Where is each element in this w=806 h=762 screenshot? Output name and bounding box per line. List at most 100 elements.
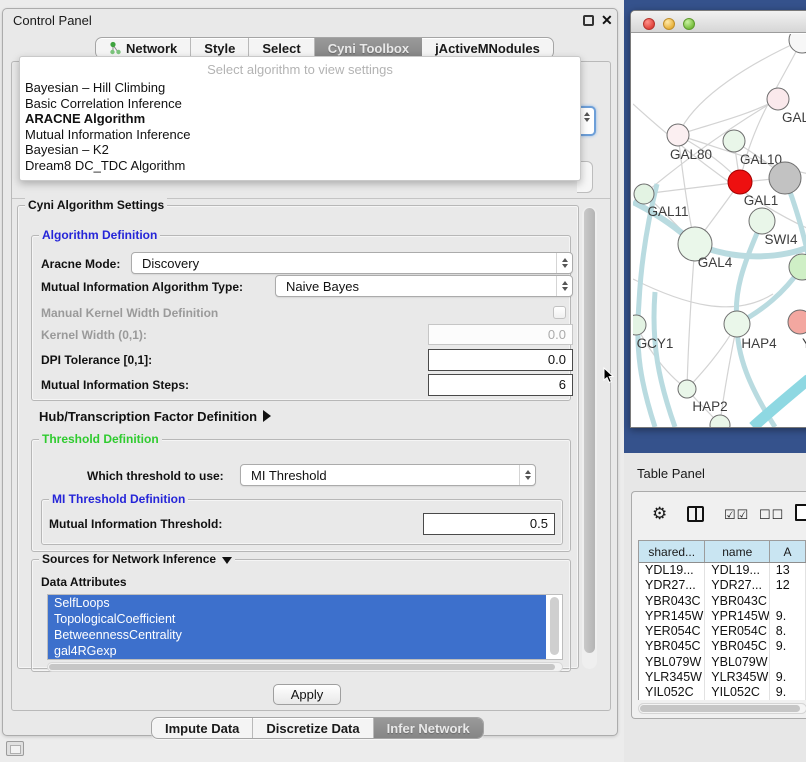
table-cell: YBL079W [639, 655, 705, 670]
algorithm-option[interactable]: ARACNE Algorithm [20, 111, 580, 127]
tab-style[interactable]: Style [191, 38, 249, 58]
attributes-scrollbar-thumb[interactable] [550, 597, 559, 655]
network-node-y[interactable] [788, 310, 806, 334]
attributes-hscrollbar[interactable] [47, 662, 563, 672]
network-node-gcy1[interactable] [633, 315, 646, 335]
network-node[interactable] [789, 254, 806, 280]
table-row[interactable]: YDR27...YDR27...12 [639, 578, 806, 593]
apply-button[interactable]: Apply [273, 684, 341, 705]
algorithm-option[interactable]: Bayesian – K2 [20, 142, 580, 158]
select-columns-icon[interactable]: ☑☑ [724, 507, 749, 523]
table-cell [770, 655, 806, 670]
gear-icon[interactable]: ⚙ [652, 506, 667, 522]
export-table-icon[interactable] [795, 504, 806, 521]
dpi-tolerance-field[interactable]: 0.0 [428, 349, 573, 371]
network-node-hap4[interactable] [724, 311, 750, 337]
network-node-gal11[interactable] [634, 184, 654, 204]
aracne-mode-label: Aracne Mode: [41, 257, 120, 271]
network-node-gal[interactable] [767, 88, 789, 110]
table-row[interactable]: YIL052CYIL052C9. [639, 685, 806, 700]
table-cell: YBR045C [705, 639, 770, 654]
close-traffic-light-icon[interactable] [643, 18, 655, 30]
tab-label: Style [204, 41, 235, 56]
table-row[interactable]: YDL19...YDL19...13 [639, 563, 806, 578]
table-row[interactable]: YBR043CYBR043C [639, 594, 806, 609]
table-hscrollbar[interactable] [638, 703, 806, 714]
dock-panel-icon[interactable] [6, 741, 24, 756]
network-icon [109, 41, 122, 55]
spinner-icon [556, 253, 572, 273]
algorithm-combobox-fragment[interactable] [580, 106, 596, 136]
float-panel-icon[interactable] [583, 15, 594, 26]
table-cell: YIL052C [639, 685, 705, 700]
column-header[interactable]: shared... [639, 541, 705, 562]
network-window-titlebar[interactable] [631, 11, 806, 33]
mi-steps-field[interactable]: 6 [428, 374, 573, 396]
mi-threshold-field[interactable]: 0.5 [423, 513, 555, 535]
settings-scrollbar-thumb[interactable] [584, 208, 595, 653]
settings-scrollbar[interactable] [582, 207, 597, 669]
network-node[interactable] [769, 162, 801, 194]
minimize-traffic-light-icon[interactable] [663, 18, 675, 30]
zoom-traffic-light-icon[interactable] [683, 18, 695, 30]
collapsed-arrow-icon [263, 410, 271, 422]
table-row[interactable]: YPR145WYPR145W9. [639, 609, 806, 624]
table-hscrollbar-thumb[interactable] [640, 705, 800, 712]
columns-icon[interactable] [687, 506, 704, 522]
node-label: GCY1 [637, 336, 674, 351]
tab-infer-network[interactable]: Infer Network [374, 718, 483, 738]
network-node-gal1[interactable] [728, 170, 752, 194]
manual-kernel-checkbox[interactable] [553, 306, 566, 319]
algorithm-option[interactable]: Bayesian – Hill Climbing [20, 80, 580, 96]
attribute-item[interactable]: SelfLoops [48, 595, 546, 611]
node-label: GAL4 [698, 255, 733, 270]
table-row[interactable]: YER054CYER054C8. [639, 624, 806, 639]
algorithm-option[interactable]: Mutual Information Inference [20, 127, 580, 143]
aracne-mode-combobox[interactable]: Discovery [131, 252, 573, 274]
table-cell: YER054C [639, 624, 705, 639]
tab-network[interactable]: Network [96, 38, 191, 58]
spinner-icon [519, 465, 535, 485]
column-header[interactable]: A [770, 541, 806, 562]
algorithm-option[interactable]: Dream8 DC_TDC Algorithm [20, 158, 580, 174]
deselect-columns-icon[interactable]: ☐☐ [759, 507, 784, 523]
network-node-gal80[interactable] [667, 124, 689, 146]
table-cell: 9. [770, 609, 806, 624]
network-node-hap2[interactable] [678, 380, 696, 398]
tab-label: Infer Network [387, 721, 470, 736]
network-node[interactable] [789, 34, 806, 53]
manual-kernel-label: Manual Kernel Width Definition [41, 306, 218, 320]
table-cell: YER054C [705, 624, 770, 639]
hub-definition-toggle[interactable]: Hub/Transcription Factor Definition [39, 409, 271, 424]
network-node-gal10[interactable] [723, 130, 745, 152]
tab-jactivemnodules[interactable]: jActiveMNodules [422, 38, 553, 58]
close-panel-icon[interactable]: ✕ [601, 12, 613, 29]
which-threshold-combobox[interactable]: MI Threshold [240, 464, 536, 486]
table-row[interactable]: YBL079WYBL079W [639, 655, 806, 670]
tab-label: Cyni Toolbox [328, 41, 409, 56]
sources-title[interactable]: Sources for Network Inference [39, 552, 235, 566]
table-row[interactable]: YLR345WYLR345W9. [639, 670, 806, 685]
attributes-hscrollbar-thumb[interactable] [49, 664, 555, 670]
attribute-item[interactable]: TopologicalCoefficient [48, 611, 546, 627]
kernel-width-field[interactable]: 0.0 [428, 324, 573, 345]
cyni-algorithm-settings-title: Cyni Algorithm Settings [25, 198, 167, 212]
column-header[interactable]: name [705, 541, 770, 562]
network-node-swi4[interactable] [749, 208, 775, 234]
tab-cyni-toolbox[interactable]: Cyni Toolbox [315, 38, 422, 58]
table-cell: 12 [770, 578, 806, 593]
node-label: SWI4 [764, 232, 797, 247]
tab-impute-data[interactable]: Impute Data [152, 718, 253, 738]
network-graph-canvas[interactable]: GALGAL80GAL10GAL1GAL11SWI4GAL4GCY1HAP4YH… [633, 34, 806, 427]
tab-discretize-data[interactable]: Discretize Data [253, 718, 373, 738]
data-attributes-list[interactable]: SelfLoopsTopologicalCoefficientBetweenne… [47, 594, 563, 660]
mi-algorithm-type-combobox[interactable]: Naive Bayes [275, 275, 573, 297]
algorithm-option[interactable]: Basic Correlation Inference [20, 96, 580, 112]
node-attribute-table[interactable]: shared...nameA YDL19...YDL19...13YDR27..… [638, 540, 806, 700]
spinner-down-icon [584, 118, 590, 122]
attribute-item[interactable]: gal4RGexp [48, 643, 546, 659]
attribute-item[interactable]: BetweennessCentrality [48, 627, 546, 643]
network-view-window: GALGAL80GAL10GAL1GAL11SWI4GAL4GCY1HAP4YH… [630, 10, 806, 428]
table-row[interactable]: YBR045CYBR045C9. [639, 639, 806, 654]
tab-select[interactable]: Select [249, 38, 314, 58]
